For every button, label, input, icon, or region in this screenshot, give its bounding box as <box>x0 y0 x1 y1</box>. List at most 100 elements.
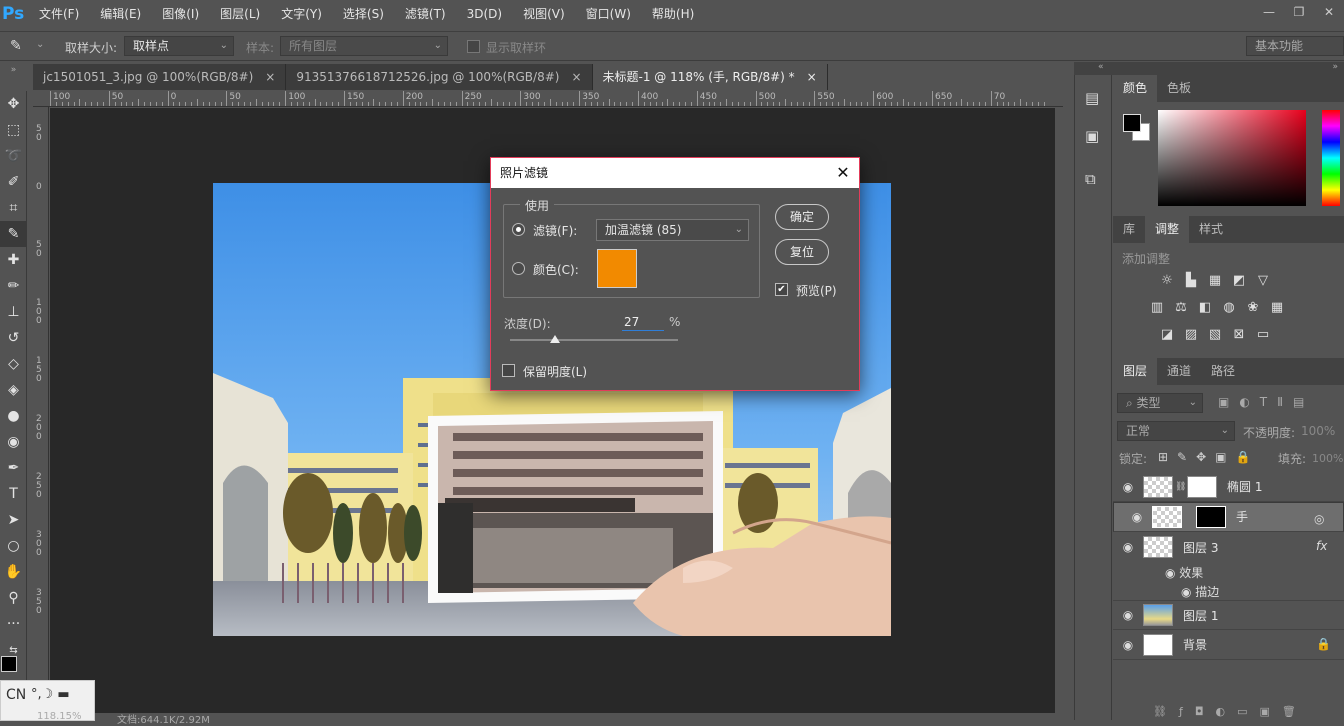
filter-select[interactable]: 加温滤镜 (85) ⌄ <box>596 219 749 241</box>
ok-button[interactable]: 确定 <box>775 204 829 230</box>
opacity-value[interactable]: 100% <box>1301 424 1335 438</box>
layer-filter-icons[interactable]: ▣◐TⅡ▤ <box>1218 395 1314 409</box>
tab-channels[interactable]: 通道 <box>1157 358 1201 385</box>
gradient-map-icon[interactable]: ▭ <box>1254 328 1272 342</box>
healing-brush-icon[interactable]: ✚ <box>0 247 27 273</box>
layer-row-layer1[interactable]: ◉ 图层 1 <box>1113 600 1344 630</box>
levels-icon[interactable]: ▙ <box>1182 274 1200 288</box>
lock-icons[interactable]: ⊞✎✥▣🔒 <box>1158 450 1259 464</box>
path-select-icon[interactable]: ➤ <box>0 507 27 533</box>
tab-close-icon[interactable]: × <box>807 64 817 90</box>
layers-footer-icons[interactable]: ⛓ƒ◘◐▭▣🗑 <box>1113 705 1344 721</box>
tab-swatches[interactable]: 色板 <box>1157 75 1201 102</box>
crop-tool-icon[interactable]: ⌗ <box>0 195 27 221</box>
tab-color[interactable]: 颜色 <box>1113 75 1158 102</box>
menu-item[interactable]: 文件(F) <box>28 0 89 28</box>
minimize-button[interactable]: — <box>1254 0 1284 24</box>
menu-item[interactable]: 图层(L) <box>209 0 270 28</box>
menu-item[interactable]: 视图(V) <box>512 0 575 28</box>
effects-row[interactable]: ◉ 效果 <box>1165 564 1203 581</box>
color-swatch[interactable] <box>597 249 637 288</box>
tab-close-icon[interactable]: × <box>265 64 275 90</box>
preserve-luminosity-checkbox[interactable] <box>502 364 515 377</box>
zoom-tool-icon[interactable]: ⚲ <box>0 585 27 611</box>
3d-icon[interactable]: ▣ <box>1085 127 1099 145</box>
document-tab[interactable]: 未标题-1 @ 118% (手, RGB/8#) * × <box>592 64 828 90</box>
brush-tool-icon[interactable]: ✏ <box>0 273 27 299</box>
tab-close-icon[interactable]: × <box>571 64 581 90</box>
properties-icon[interactable]: ⧉ <box>1085 170 1096 188</box>
marquee-tool-icon[interactable]: ⬚ <box>0 117 27 143</box>
eraser-tool-icon[interactable]: ◇ <box>0 351 27 377</box>
hue-saturation-icon[interactable]: ▥ <box>1148 301 1166 315</box>
vibrance-icon[interactable]: ▽ <box>1254 274 1272 288</box>
ime-icons[interactable]: °,☽ ▬ <box>31 687 70 702</box>
brightness-icon[interactable]: ☼ <box>1158 274 1176 288</box>
eye-icon[interactable]: ◉ <box>1113 608 1143 622</box>
dodge-tool-icon[interactable]: ◉ <box>0 429 27 455</box>
menu-item[interactable]: 帮助(H) <box>641 0 704 28</box>
layer-row-hand[interactable]: ◉ 手 ◎ <box>1113 502 1344 532</box>
menu-item[interactable]: 3D(D) <box>456 0 512 28</box>
selective-color-icon[interactable]: ⊠ <box>1230 328 1248 342</box>
eyedropper-tool-icon[interactable]: ✎ <box>0 221 27 247</box>
eye-icon[interactable]: ◉ <box>1113 540 1143 554</box>
hand-tool-icon[interactable]: ✋ <box>0 559 27 585</box>
reset-button[interactable]: 复位 <box>775 239 829 265</box>
color-lookup-icon[interactable]: ▦ <box>1268 301 1286 315</box>
fg-color-swatch[interactable] <box>1123 114 1141 132</box>
close-icon[interactable]: ✕ <box>833 163 853 183</box>
eye-icon[interactable]: ◉ <box>1122 508 1152 526</box>
restore-button[interactable]: ❐ <box>1284 0 1314 24</box>
hue-slider[interactable] <box>1322 110 1340 206</box>
color-radio[interactable] <box>512 262 525 275</box>
eye-icon[interactable]: ◉ <box>1113 638 1143 652</box>
tab-library[interactable]: 库 <box>1113 216 1145 243</box>
curves-icon[interactable]: ▦ <box>1206 274 1224 288</box>
menu-item[interactable]: 图像(I) <box>151 0 209 28</box>
fx-icon[interactable]: fx <box>1316 539 1327 553</box>
workspace-select[interactable]: 基本功能 <box>1246 36 1344 56</box>
history-icon[interactable]: ▤ <box>1085 89 1099 107</box>
collapse-icon[interactable]: « <box>1098 62 1104 72</box>
paint-bucket-icon[interactable]: ◈ <box>0 377 27 403</box>
color-balance-icon[interactable]: ⚖ <box>1172 301 1190 315</box>
toolbar-collapse[interactable]: » <box>0 62 27 90</box>
more-tools-icon[interactable]: ··· <box>0 611 27 637</box>
layer-row-background[interactable]: ◉ 背景 🔒 <box>1113 630 1344 660</box>
sample-size-select[interactable]: 取样点 ⌄ <box>124 36 234 56</box>
type-tool-icon[interactable]: T <box>0 481 27 507</box>
channel-mixer-icon[interactable]: ❀ <box>1244 301 1262 315</box>
exposure-icon[interactable]: ◩ <box>1230 274 1248 288</box>
menu-item[interactable]: 编辑(E) <box>89 0 151 28</box>
blur-tool-icon[interactable]: ● <box>0 403 27 429</box>
history-brush-icon[interactable]: ↺ <box>0 325 27 351</box>
menu-item[interactable]: 窗口(W) <box>575 0 641 28</box>
menu-item[interactable]: 文字(Y) <box>270 0 332 28</box>
density-slider-track[interactable] <box>510 339 678 341</box>
expand-icon[interactable]: » <box>1332 62 1338 72</box>
show-ring-checkbox[interactable] <box>467 40 480 53</box>
menu-item[interactable]: 选择(S) <box>332 0 394 28</box>
pen-tool-icon[interactable]: ✒ <box>0 455 27 481</box>
blend-mode-select[interactable]: 正常 ⌄ <box>1117 421 1235 441</box>
mask-thumbnail[interactable] <box>1196 506 1226 528</box>
density-input[interactable]: 27 <box>622 313 664 331</box>
threshold-icon[interactable]: ▧ <box>1206 328 1224 342</box>
fill-value[interactable]: 100% <box>1312 452 1343 465</box>
close-window-button[interactable]: ✕ <box>1314 0 1344 24</box>
layer-filter-select[interactable]: ⌕ 类型 ⌄ <box>1117 393 1203 413</box>
color-picker-field[interactable] <box>1158 110 1306 206</box>
sample-select[interactable]: 所有图层 ⌄ <box>280 36 448 56</box>
filter-radio[interactable] <box>512 223 525 236</box>
invert-icon[interactable]: ◪ <box>1158 328 1176 342</box>
tab-paths[interactable]: 路径 <box>1201 358 1245 385</box>
stroke-effect-row[interactable]: ◉ 描边 <box>1181 583 1219 600</box>
ime-label[interactable]: CN <box>6 687 26 703</box>
zoom-level[interactable]: 118.15% <box>37 711 82 722</box>
posterize-icon[interactable]: ▨ <box>1182 328 1200 342</box>
eye-icon[interactable]: ◉ <box>1113 480 1143 494</box>
menu-item[interactable]: 滤镜(T) <box>394 0 456 28</box>
stamp-tool-icon[interactable]: ⊥ <box>0 299 27 325</box>
tab-styles[interactable]: 样式 <box>1189 216 1233 243</box>
